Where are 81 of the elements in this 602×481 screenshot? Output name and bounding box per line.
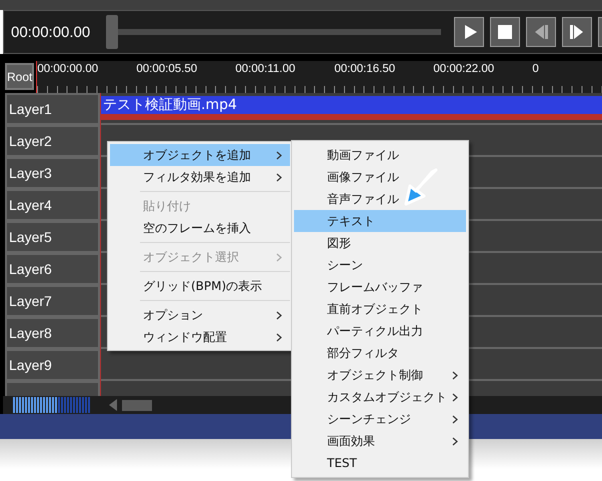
layer-label[interactable]: Layer9 [5, 349, 100, 381]
layer-label[interactable]: Layer2 [5, 125, 100, 157]
menu-item-label: 直前オブジェクト [327, 300, 424, 318]
menu-item[interactable]: パーティクル出力 [294, 320, 466, 342]
menu-item[interactable]: フィルタ効果を追加 [110, 166, 290, 188]
menu-item[interactable]: 図形 [294, 232, 466, 254]
chevron-right-icon [452, 392, 458, 402]
menu-item[interactable]: 画像ファイル [294, 166, 466, 188]
menu-item-label: TEST [327, 456, 358, 470]
chevron-right-icon [276, 332, 282, 342]
menu-item-label: フィルタ効果を追加 [143, 168, 252, 186]
menu-item-label: フレームバッファ [327, 278, 424, 296]
menu-item-label: 音声ファイル [327, 190, 400, 208]
menu-item-label: 動画ファイル [327, 146, 400, 164]
scroll-left-icon [108, 398, 118, 412]
scrollbar-thumb[interactable] [122, 400, 152, 410]
layer-label[interactable]: Layer7 [5, 285, 100, 317]
menu-item[interactable]: 直前オブジェクト [294, 298, 466, 320]
layer-label[interactable]: Layer8 [5, 317, 100, 349]
menu-item[interactable]: TEST [294, 452, 466, 474]
menu-item[interactable]: 動画ファイル [294, 144, 466, 166]
video-clip[interactable]: テスト検証動画.mp4 [100, 96, 602, 120]
menu-item-label: 貼り付け [143, 198, 192, 214]
menu-item[interactable]: テキスト [294, 210, 466, 232]
menu-item-label: オプション [143, 306, 204, 324]
menu-item[interactable]: オブジェクトを追加 [110, 144, 290, 166]
menu-item[interactable]: 空のフレームを挿入 [110, 217, 290, 239]
menu-item-label: 画像ファイル [327, 168, 400, 186]
menu-item-label: シーンチェンジ [327, 410, 412, 428]
slider-thumb[interactable] [106, 15, 118, 49]
menu-item-label: オブジェクト選択 [143, 248, 240, 266]
menu-item-label: オブジェクト制御 [327, 366, 424, 384]
menu-item-label: 空のフレームを挿入 [143, 220, 252, 236]
next-frame-button[interactable] [562, 17, 592, 47]
previous-frame-button[interactable] [526, 17, 556, 47]
play-button[interactable] [454, 17, 484, 47]
chevron-right-icon [452, 370, 458, 380]
menu-item-label: テキスト [327, 212, 376, 230]
chevron-right-icon [276, 150, 282, 160]
root-button[interactable]: Root [5, 63, 34, 90]
menu-item-label: シーン [327, 256, 364, 274]
menu-item[interactable]: オブジェクト制御 [294, 364, 466, 386]
chevron-right-icon [276, 252, 282, 262]
stop-button[interactable] [490, 17, 520, 47]
chevron-right-icon [452, 414, 458, 424]
layer-label[interactable]: Layer5 [5, 221, 100, 253]
menu-item-label: 部分フィルタ [327, 344, 400, 362]
menu-item[interactable]: ウィンドウ配置 [110, 326, 290, 348]
menu-item[interactable]: フレームバッファ [294, 276, 466, 298]
menu-item[interactable]: 部分フィルタ [294, 342, 466, 364]
chevron-right-icon [276, 310, 282, 320]
menu-item-label: グリッド(BPM)の表示 [143, 278, 264, 294]
menu-item-label: 画面効果 [327, 432, 376, 450]
ruler-label: 00:00:11.00 [235, 62, 296, 77]
chevron-right-icon [452, 436, 458, 446]
menu-item-label: パーティクル出力 [327, 322, 424, 340]
ruler-label: 00:00:05.50 [136, 62, 198, 77]
menu-item[interactable]: カスタムオブジェクト [294, 386, 466, 408]
menu-item-label: カスタムオブジェクト [327, 388, 448, 406]
menu-item[interactable]: 音声ファイル [294, 188, 466, 210]
menu-item-label: 図形 [327, 234, 352, 252]
ruler-label: 00:00:00.00 [37, 62, 100, 77]
layer-label[interactable]: Layer4 [5, 189, 100, 221]
ruler-label: 00:00:22.00 [433, 62, 496, 77]
menu-item-label: ウィンドウ配置 [143, 328, 228, 346]
menu-item[interactable]: オプション [110, 304, 290, 326]
menu-item[interactable]: グリッド(BPM)の表示 [110, 275, 290, 297]
ruler-label: 0 [532, 62, 540, 77]
menu-item[interactable]: シーン [294, 254, 466, 276]
pointer-arrow-icon [402, 166, 440, 208]
ruler-label: 00:00:16.50 [334, 62, 396, 77]
zoom-meter[interactable] [13, 397, 91, 413]
layer-label[interactable]: Layer1 [5, 93, 100, 125]
time-display: 00:00:00.00 [10, 24, 92, 40]
layer-label[interactable]: Layer3 [5, 157, 100, 189]
stop-icon [495, 22, 515, 42]
menu-item-label: オブジェクトを追加 [143, 146, 252, 164]
layer-label[interactable]: Layer6 [5, 253, 100, 285]
menu-item[interactable]: 画面効果 [294, 430, 466, 452]
menu-item[interactable]: シーンチェンジ [294, 408, 466, 430]
chevron-right-icon [276, 172, 282, 182]
